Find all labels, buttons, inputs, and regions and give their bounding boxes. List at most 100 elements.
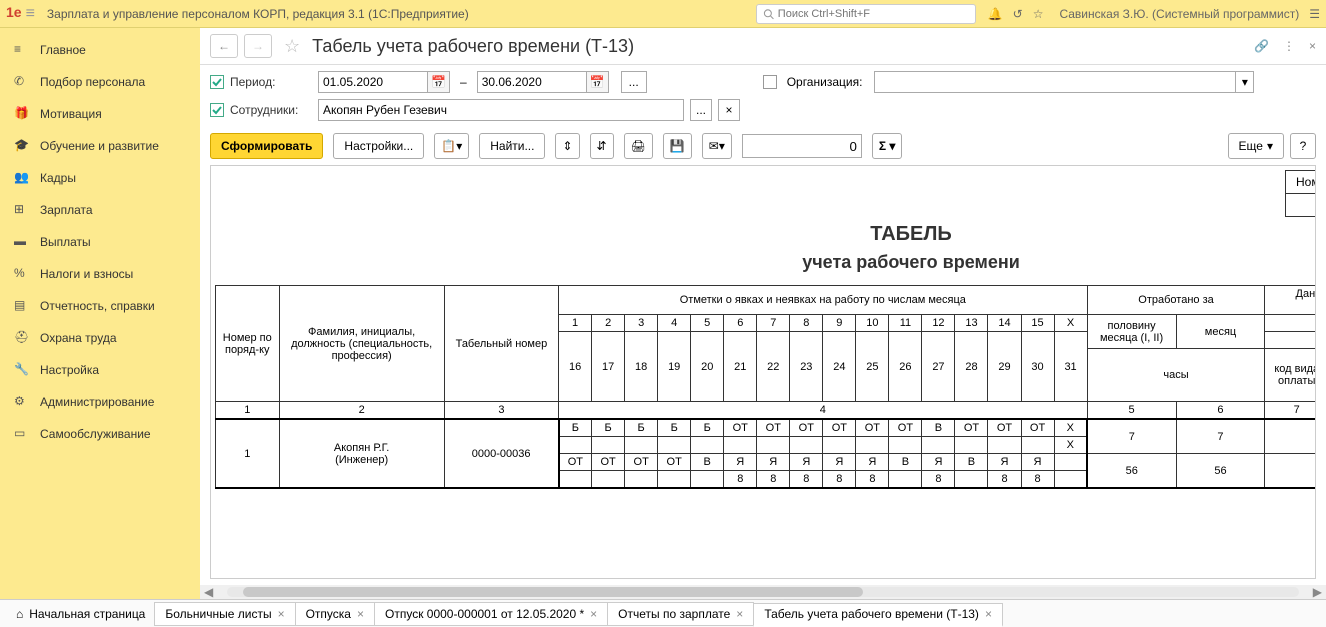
topbar: 1e Зарплата и управление персоналом КОРП… bbox=[0, 0, 1326, 28]
sidebar-item-label: Мотивация bbox=[40, 107, 102, 121]
scroll-thumb[interactable] bbox=[243, 587, 863, 597]
date-to-input[interactable]: 30.06.2020 bbox=[477, 71, 587, 93]
date-from-input[interactable]: 01.05.2020 bbox=[318, 71, 428, 93]
emp-pick-button[interactable]: ... bbox=[690, 99, 712, 121]
gear-icon: ⚙ bbox=[14, 394, 30, 410]
sidebar-item-label: Настройка bbox=[40, 363, 99, 377]
user-label: Савинская З.Ю. (Системный программист) bbox=[1059, 7, 1299, 21]
phone-icon: ✆ bbox=[14, 74, 30, 90]
report-area[interactable]: Номер документаДата составления 16.05.20… bbox=[210, 165, 1316, 579]
hdr-hours: часы bbox=[1087, 349, 1265, 402]
h-scrollbar[interactable]: ◀ ▶ bbox=[200, 585, 1326, 599]
sidebar-item-salary[interactable]: ⊞Зарплата bbox=[0, 194, 200, 226]
app-title: Зарплата и управление персоналом КОРП, р… bbox=[47, 7, 469, 21]
date-from-calendar-button[interactable]: 📅 bbox=[428, 71, 450, 93]
home-icon: ≡ bbox=[14, 42, 30, 58]
tab-salary-reports[interactable]: Отчеты по зарплате× bbox=[607, 602, 754, 626]
card-icon: ▭ bbox=[14, 426, 30, 442]
search-input[interactable] bbox=[778, 8, 969, 20]
tab-home[interactable]: ⌂Начальная страница bbox=[6, 602, 155, 626]
settings-button[interactable]: Настройки... bbox=[333, 133, 424, 159]
main: ← → ☆ Табель учета рабочего времени (Т-1… bbox=[200, 28, 1326, 599]
save-button[interactable]: 💾 bbox=[663, 133, 692, 159]
emp-input[interactable]: Акопян Рубен Гезевич bbox=[318, 99, 684, 121]
tab-sicklists[interactable]: Больничные листы× bbox=[154, 602, 295, 626]
sidebar-item-label: Подбор персонала bbox=[40, 75, 145, 89]
sigma-button[interactable]: Σ ▾ bbox=[872, 133, 903, 159]
sidebar-item-hr[interactable]: 👥Кадры bbox=[0, 162, 200, 194]
gift-icon: 🎁 bbox=[14, 106, 30, 122]
helmet-icon: ⛑ bbox=[14, 330, 30, 346]
hdr-month: месяц bbox=[1176, 315, 1265, 349]
sidebar-item-pay[interactable]: ▬Выплаты bbox=[0, 226, 200, 258]
hdr-num: Номер по поряд-ку bbox=[216, 286, 280, 402]
logo: 1e bbox=[6, 4, 35, 22]
bell-icon[interactable]: 🔔 bbox=[988, 7, 1003, 21]
sidebar-item-label: Главное bbox=[40, 43, 86, 57]
emp-checkbox[interactable] bbox=[210, 103, 224, 117]
emp-clear-button[interactable]: × bbox=[718, 99, 740, 121]
star-outline-icon[interactable]: ☆ bbox=[284, 36, 300, 57]
org-field[interactable] bbox=[875, 72, 1235, 92]
search-box[interactable] bbox=[756, 4, 976, 24]
sum-input[interactable] bbox=[742, 134, 862, 158]
variants-button[interactable]: 📋▾ bbox=[434, 133, 469, 159]
more-button[interactable]: Еще ▾ bbox=[1228, 133, 1284, 159]
period-more-button[interactable]: ... bbox=[621, 71, 647, 93]
sidebar-item-safety[interactable]: ⛑Охрана труда bbox=[0, 322, 200, 354]
menu-icon[interactable]: ☰ bbox=[1309, 7, 1320, 21]
window-tabs: ⌂Начальная страница Больничные листы× От… bbox=[0, 599, 1326, 627]
form-button[interactable]: Сформировать bbox=[210, 133, 323, 159]
sidebar-item-label: Кадры bbox=[40, 171, 76, 185]
link-icon[interactable]: 🔗 bbox=[1254, 39, 1269, 53]
collapse-button[interactable]: ⇵ bbox=[590, 133, 614, 159]
sidebar-item-motivation[interactable]: 🎁 Мотивация bbox=[0, 98, 200, 130]
wallet-icon: ▬ bbox=[14, 234, 30, 250]
tab-vacation-doc[interactable]: Отпуск 0000-000001 от 12.05.2020 *× bbox=[374, 602, 608, 626]
sidebar-item-main[interactable]: ≡ Главное bbox=[0, 34, 200, 66]
hdr-half: половину месяца (I, II) bbox=[1087, 315, 1176, 349]
expand-button[interactable]: ⇕ bbox=[555, 133, 579, 159]
date-to-calendar-button[interactable]: 📅 bbox=[587, 71, 609, 93]
page-title: Табель учета рабочего времени (Т-13) bbox=[312, 36, 634, 57]
print-button[interactable]: 🖨 bbox=[624, 133, 653, 159]
sidebar-item-admin[interactable]: ⚙Администрирование bbox=[0, 386, 200, 418]
tab-close-icon[interactable]: × bbox=[985, 607, 992, 621]
date-dash: – bbox=[460, 75, 467, 89]
close-icon[interactable]: × bbox=[1309, 39, 1316, 53]
search-icon bbox=[763, 8, 774, 20]
org-input[interactable]: ▾ bbox=[874, 71, 1254, 93]
sidebar-item-label: Налоги и взносы bbox=[40, 267, 133, 281]
find-button[interactable]: Найти... bbox=[479, 133, 545, 159]
tab-vacations[interactable]: Отпуска× bbox=[295, 602, 375, 626]
tab-timesheet[interactable]: Табель учета рабочего времени (Т-13)× bbox=[753, 603, 1003, 627]
hdr-marks: Отметки о явках и неявках на работу по ч… bbox=[559, 286, 1088, 315]
tab-close-icon[interactable]: × bbox=[590, 607, 597, 621]
filters: Период: 01.05.2020 📅 – 30.06.2020 📅 ... … bbox=[200, 65, 1326, 127]
sidebar-item-settings[interactable]: 🔧Настройка bbox=[0, 354, 200, 386]
sidebar-item-self[interactable]: ▭Самообслуживание bbox=[0, 418, 200, 450]
topbar-icons: 🔔 ↺ ☆ Савинская З.Ю. (Системный программ… bbox=[988, 7, 1320, 21]
row-num: 1 bbox=[216, 419, 280, 488]
period-checkbox[interactable] bbox=[210, 75, 224, 89]
kebab-icon[interactable]: ⋮ bbox=[1283, 39, 1295, 53]
sidebar-item-recruit[interactable]: ✆ Подбор персонала bbox=[0, 66, 200, 98]
back-button[interactable]: ← bbox=[210, 34, 238, 58]
org-checkbox[interactable] bbox=[763, 75, 777, 89]
hdr-fio: Фамилия, инициалы, должность (специально… bbox=[279, 286, 444, 402]
sidebar-item-reports[interactable]: ▤Отчетность, справки bbox=[0, 290, 200, 322]
hdr-paycode: код вида оплаты bbox=[1265, 315, 1316, 332]
tab-close-icon[interactable]: × bbox=[278, 607, 285, 621]
sidebar-item-tax[interactable]: % Налоги и взносы bbox=[0, 258, 200, 290]
doc-icon: ▤ bbox=[14, 298, 30, 314]
star-icon[interactable]: ☆ bbox=[1033, 7, 1044, 21]
percent-icon: % bbox=[14, 266, 30, 282]
help-button[interactable]: ? bbox=[1290, 133, 1316, 159]
tab-close-icon[interactable]: × bbox=[357, 607, 364, 621]
forward-button[interactable]: → bbox=[244, 34, 272, 58]
mail-button[interactable]: ✉▾ bbox=[702, 133, 732, 159]
sidebar-item-learn[interactable]: 🎓Обучение и развитие bbox=[0, 130, 200, 162]
org-dropdown-button[interactable]: ▾ bbox=[1235, 72, 1253, 92]
history-icon[interactable]: ↺ bbox=[1013, 7, 1023, 21]
tab-close-icon[interactable]: × bbox=[736, 607, 743, 621]
